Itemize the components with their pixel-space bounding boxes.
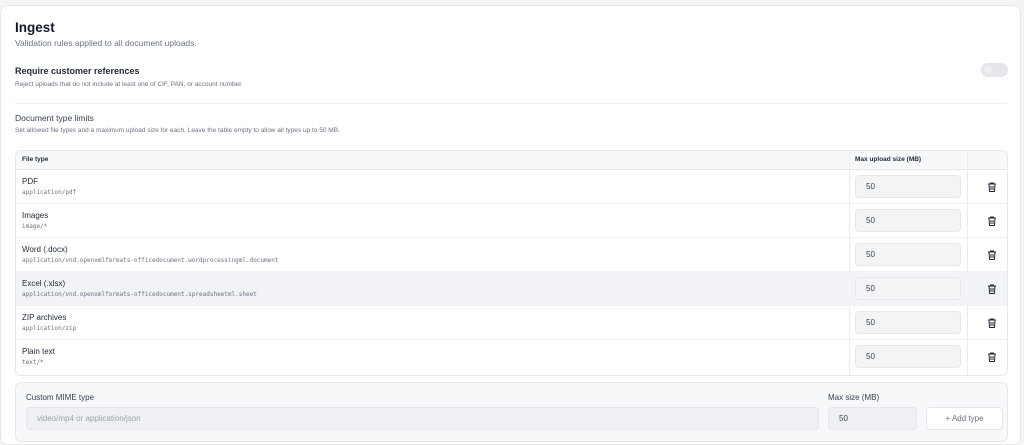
column-header-file-type: File type bbox=[22, 156, 49, 163]
file-type-mime: application/pdf bbox=[22, 189, 77, 196]
trash-icon[interactable] bbox=[986, 249, 998, 261]
trash-icon[interactable] bbox=[986, 351, 998, 363]
toggle-knob bbox=[984, 66, 992, 74]
document-type-table: File type Max upload size (MB) PDF appli… bbox=[15, 150, 1008, 376]
max-size-input[interactable]: 50 bbox=[855, 277, 961, 300]
document-limits-description: Set allowed file types and a maximum upl… bbox=[15, 127, 340, 134]
add-custom-type-panel: Custom MIME type Max size (MB) video/mp4… bbox=[15, 382, 1008, 442]
require-references-label: Require customer references bbox=[15, 66, 140, 76]
file-type-name: Plain text bbox=[22, 347, 55, 356]
max-size-input[interactable]: 50 bbox=[855, 345, 961, 368]
require-references-description: Reject uploads that do not include at le… bbox=[15, 81, 243, 88]
ingest-settings-card: Ingest Validation rules applied to all d… bbox=[0, 5, 1021, 445]
section-title: Ingest bbox=[15, 20, 55, 35]
file-type-name: ZIP archives bbox=[22, 313, 67, 322]
column-header-max-size: Max upload size (MB) bbox=[855, 156, 922, 163]
divider bbox=[15, 103, 1007, 104]
max-size-label: Max size (MB) bbox=[828, 393, 880, 402]
table-row: Images image/* 50 bbox=[16, 204, 1007, 238]
file-type-mime: application/vnd.openxmlformats-officedoc… bbox=[22, 257, 279, 264]
add-type-button[interactable]: + Add type bbox=[926, 407, 1003, 430]
trash-icon[interactable] bbox=[986, 181, 998, 193]
file-type-mime: image/* bbox=[22, 223, 48, 230]
file-type-name: PDF bbox=[22, 177, 38, 186]
file-type-name: Word (.docx) bbox=[22, 245, 68, 254]
table-row: PDF application/pdf 50 bbox=[16, 170, 1007, 204]
file-type-mime: text/* bbox=[22, 359, 44, 366]
trash-icon[interactable] bbox=[986, 215, 998, 227]
table-row: Excel (.xlsx) application/vnd.openxmlfor… bbox=[16, 272, 1007, 306]
max-size-input[interactable]: 50 bbox=[855, 209, 961, 232]
custom-mime-label: Custom MIME type bbox=[26, 393, 95, 402]
max-size-input[interactable]: 50 bbox=[855, 175, 961, 198]
max-size-input[interactable]: 50 bbox=[855, 243, 961, 266]
section-description: Validation rules applied to all document… bbox=[15, 38, 197, 48]
max-size-input[interactable]: 50 bbox=[855, 311, 961, 334]
trash-icon[interactable] bbox=[986, 283, 998, 295]
require-references-toggle[interactable] bbox=[981, 63, 1008, 77]
table-row: Word (.docx) application/vnd.openxmlform… bbox=[16, 238, 1007, 272]
table-header: File type Max upload size (MB) bbox=[16, 151, 1007, 170]
file-type-mime: application/vnd.openxmlformats-officedoc… bbox=[22, 291, 257, 298]
table-row: Plain text text/* 50 bbox=[16, 340, 1007, 374]
document-limits-title: Document type limits bbox=[15, 113, 94, 123]
file-type-mime: application/zip bbox=[22, 325, 77, 332]
custom-max-size-input[interactable]: 50 bbox=[828, 407, 917, 430]
file-type-name: Images bbox=[22, 211, 49, 220]
table-row: ZIP archives application/zip 50 bbox=[16, 306, 1007, 340]
trash-icon[interactable] bbox=[986, 317, 998, 329]
file-type-name: Excel (.xlsx) bbox=[22, 279, 66, 288]
custom-mime-input[interactable]: video/mp4 or application/json bbox=[26, 407, 819, 430]
